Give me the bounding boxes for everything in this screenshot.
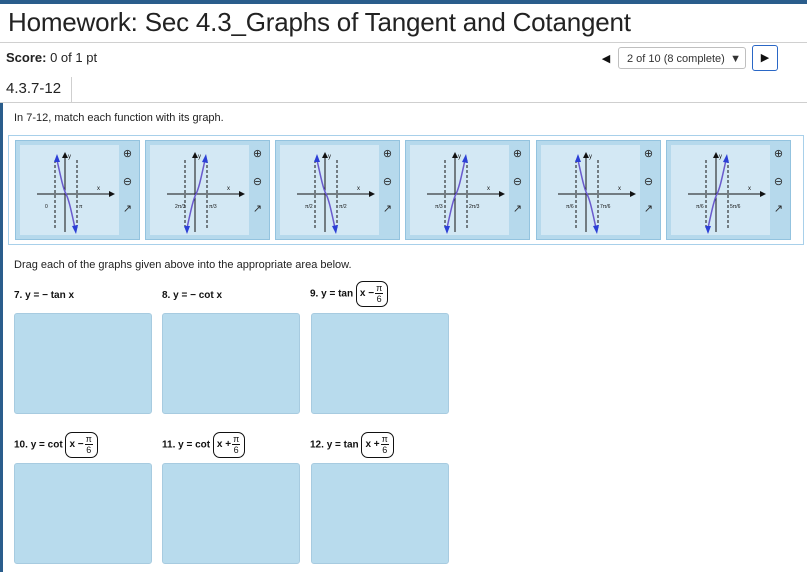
tangent-graph: 2π/3 π/3 x y (167, 152, 245, 234)
graph-card: π/3 2π/3 x y (410, 145, 509, 235)
svg-text:y: y (198, 154, 201, 160)
zoom-out-icon[interactable]: ⊖ (770, 174, 787, 191)
drop-zone-12[interactable] (311, 463, 449, 564)
svg-text:y: y (719, 154, 722, 160)
svg-text:y: y (589, 154, 592, 160)
divider (0, 102, 807, 103)
previous-question-button[interactable]: ◀ (596, 49, 616, 69)
drop-zone-11[interactable] (162, 463, 300, 564)
svg-text:5π/6: 5π/6 (730, 204, 741, 210)
score-label: Score: (6, 50, 47, 65)
zoom-out-icon[interactable]: ⊖ (379, 174, 396, 191)
popout-icon[interactable]: ↗ (379, 201, 396, 218)
graph-tile-3[interactable]: π/2 π/2 x y ⊕ ⊖ ↗ (275, 140, 400, 240)
score-value: 0 of 1 pt (50, 50, 98, 65)
function-label-7: 7. y = − tan x (14, 290, 75, 301)
function-label-8: 8. y = − cot x (162, 290, 223, 301)
svg-text:2π/3: 2π/3 (175, 204, 186, 210)
graph-tile-5[interactable]: π/6 7π/6 x y ⊕ ⊖ ↗ (536, 140, 661, 240)
graph-card: 2π/3 π/3 x y (150, 145, 249, 235)
svg-text:π/3: π/3 (209, 204, 217, 210)
svg-text:π/6: π/6 (696, 204, 704, 210)
graph-tile-1[interactable]: 0 π x y ⊕ ⊖ ↗ (15, 140, 140, 240)
graph-tile-4[interactable]: π/3 2π/3 x y ⊕ ⊖ ↗ (405, 140, 530, 240)
graph-card: π/6 5π/6 x y (671, 145, 770, 235)
function-label-11: 11. y = cot x + π 6 (162, 432, 246, 458)
drop-zone-8[interactable] (162, 313, 300, 414)
zoom-in-icon[interactable]: ⊕ (249, 146, 266, 163)
popout-icon[interactable]: ↗ (509, 201, 526, 218)
svg-text:y: y (68, 154, 71, 160)
question-progress-dropdown[interactable]: 2 of 10 (8 complete) ▼ (618, 47, 746, 69)
svg-text:π/3: π/3 (435, 204, 443, 210)
left-edge-accent (0, 103, 3, 572)
question-id: 4.3.7-12 (0, 77, 72, 102)
graph-tile-6[interactable]: π/6 5π/6 x y ⊕ ⊖ ↗ (666, 140, 791, 240)
graph-card: 0 π x y (20, 145, 119, 235)
graph-tile-2[interactable]: 2π/3 π/3 x y ⊕ ⊖ ↗ (145, 140, 270, 240)
svg-text:x: x (487, 186, 490, 192)
score: Score: 0 of 1 pt (6, 50, 97, 65)
zoom-out-icon[interactable]: ⊖ (640, 174, 657, 191)
drop-zone-7[interactable] (14, 313, 152, 414)
chevron-down-icon: ▼ (730, 53, 741, 65)
zoom-in-icon[interactable]: ⊕ (119, 146, 136, 163)
graph-card: π/6 7π/6 x y (541, 145, 640, 235)
svg-text:x: x (97, 186, 100, 192)
drop-zone-10[interactable] (14, 463, 152, 564)
svg-text:x: x (227, 186, 230, 192)
tangent-graph: π/2 π/2 x y (297, 152, 375, 234)
function-label-12: 12. y = tan x + π 6 (310, 432, 394, 458)
svg-text:y: y (328, 154, 331, 160)
tangent-graph: π/3 2π/3 x y (427, 152, 505, 234)
zoom-in-icon[interactable]: ⊕ (640, 146, 657, 163)
popout-icon[interactable]: ↗ (119, 201, 136, 218)
graph-card: π/2 π/2 x y (280, 145, 379, 235)
zoom-out-icon[interactable]: ⊖ (249, 174, 266, 191)
zoom-in-icon[interactable]: ⊕ (770, 146, 787, 163)
svg-text:π/6: π/6 (566, 204, 574, 210)
top-accent-line (0, 0, 807, 4)
svg-text:x: x (748, 186, 751, 192)
svg-text:π: π (79, 204, 83, 210)
tangent-graph: π/6 7π/6 x y (558, 152, 636, 234)
zoom-out-icon[interactable]: ⊖ (509, 174, 526, 191)
svg-text:x: x (357, 186, 360, 192)
next-question-button[interactable]: ▶ (752, 45, 778, 71)
progress-text: 2 of 10 (8 complete) (627, 53, 725, 65)
page-title: Homework: Sec 4.3_Graphs of Tangent and … (8, 7, 631, 37)
function-label-9: 9. y = tan x − π 6 (310, 281, 389, 307)
zoom-out-icon[interactable]: ⊖ (119, 174, 136, 191)
svg-text:x: x (618, 186, 621, 192)
function-label-10: 10. y = cot x − π 6 (14, 432, 98, 458)
svg-text:2π/3: 2π/3 (469, 204, 480, 210)
svg-text:0: 0 (45, 204, 48, 210)
svg-text:7π/6: 7π/6 (600, 204, 611, 210)
instructions: In 7-12, match each function with its gr… (14, 112, 224, 124)
svg-text:y: y (458, 154, 461, 160)
popout-icon[interactable]: ↗ (249, 201, 266, 218)
tangent-graph: 0 π x y (37, 152, 115, 234)
svg-text:π/2: π/2 (339, 204, 347, 210)
popout-icon[interactable]: ↗ (640, 201, 657, 218)
drop-zone-9[interactable] (311, 313, 449, 414)
popout-icon[interactable]: ↗ (770, 201, 787, 218)
svg-text:π/2: π/2 (305, 204, 313, 210)
tangent-graph: π/6 5π/6 x y (688, 152, 766, 234)
drag-instructions: Drag each of the graphs given above into… (14, 259, 352, 271)
zoom-in-icon[interactable]: ⊕ (509, 146, 526, 163)
zoom-in-icon[interactable]: ⊕ (379, 146, 396, 163)
